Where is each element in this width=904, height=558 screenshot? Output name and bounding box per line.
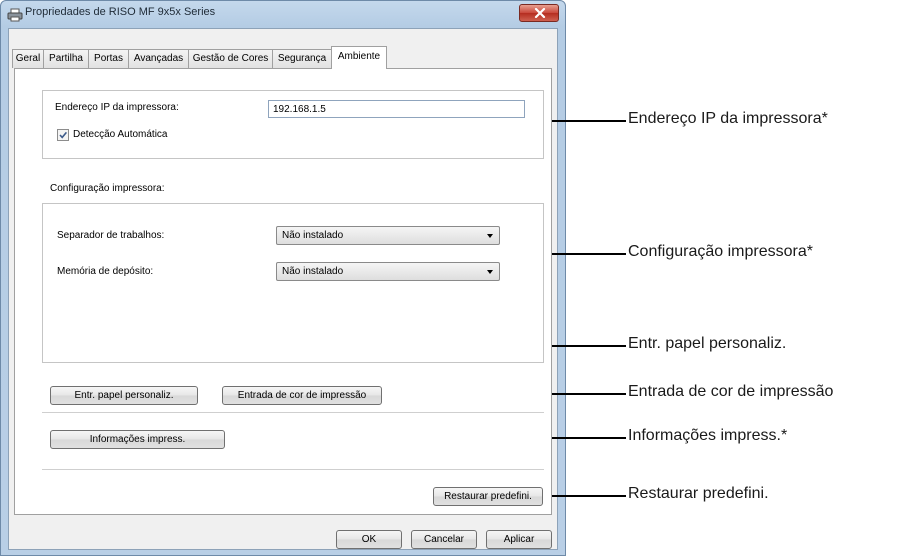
callout-ip-address: Endereço IP da impressora* — [628, 110, 828, 127]
storage-memory-label: Memória de depósito: — [57, 266, 154, 277]
callout-custom-paper: Entr. papel personaliz. — [628, 335, 787, 352]
ip-address-input[interactable] — [268, 100, 525, 118]
callout-color-entry: Entrada de cor de impressão — [628, 383, 834, 400]
restore-defaults-button[interactable]: Restaurar predefini. — [433, 487, 543, 506]
auto-detect-checkbox[interactable] — [57, 129, 69, 141]
tab-ambiente[interactable]: Ambiente — [331, 46, 387, 69]
storage-memory-value: Não instalado — [282, 266, 344, 277]
chevron-down-icon — [487, 234, 493, 238]
title-bar[interactable]: Propriedades de RISO MF 9x5x Series — [1, 1, 565, 28]
close-button[interactable] — [519, 4, 559, 22]
callout-printer-config: Configuração impressora* — [628, 243, 813, 260]
callout-restore-defaults: Restaurar predefini. — [628, 485, 769, 502]
printer-icon — [7, 7, 23, 22]
cancel-button[interactable]: Cancelar — [411, 530, 477, 549]
ok-button[interactable]: OK — [336, 530, 402, 549]
job-separator-value: Não instalado — [282, 230, 344, 241]
job-separator-dropdown[interactable]: Não instalado — [276, 226, 500, 245]
ip-address-label: Endereço IP da impressora: — [55, 102, 179, 113]
callout-line-restore — [540, 495, 626, 497]
close-icon — [534, 8, 546, 18]
dialog-client-area: Geral Partilha Portas Avançadas Gestão d… — [8, 28, 558, 550]
tab-avancadas[interactable]: Avançadas — [128, 49, 189, 68]
printer-config-heading: Configuração impressora: — [50, 183, 165, 194]
printer-config-group: Separador de trabalhos: Não instalado Me… — [42, 203, 544, 363]
tab-gestao-de-cores[interactable]: Gestão de Cores — [188, 49, 273, 68]
window-title: Propriedades de RISO MF 9x5x Series — [25, 6, 216, 18]
printer-properties-dialog: Propriedades de RISO MF 9x5x Series Gera… — [0, 0, 566, 556]
tab-partilha[interactable]: Partilha — [43, 49, 89, 68]
storage-memory-dropdown[interactable]: Não instalado — [276, 262, 500, 281]
separator-line — [42, 412, 544, 413]
custom-paper-button[interactable]: Entr. papel personaliz. — [50, 386, 198, 405]
printer-info-button[interactable]: Informações impress. — [50, 430, 225, 449]
auto-detect-label: Detecção Automática — [73, 129, 168, 140]
color-entry-button[interactable]: Entrada de cor de impressão — [222, 386, 382, 405]
callout-printer-info: Informações impress.* — [628, 427, 788, 444]
ambiente-tab-panel: Endereço IP da impressora: Detecção Auto… — [14, 68, 552, 515]
ip-address-group: Endereço IP da impressora: Detecção Auto… — [42, 90, 544, 159]
job-separator-label: Separador de trabalhos: — [57, 230, 165, 241]
checkmark-icon — [59, 131, 68, 139]
tab-portas[interactable]: Portas — [88, 49, 129, 68]
apply-button[interactable]: Aplicar — [486, 530, 552, 549]
tab-geral[interactable]: Geral — [12, 49, 44, 68]
tab-seguranca[interactable]: Segurança — [272, 49, 332, 68]
chevron-down-icon — [487, 270, 493, 274]
separator-line — [42, 469, 544, 470]
